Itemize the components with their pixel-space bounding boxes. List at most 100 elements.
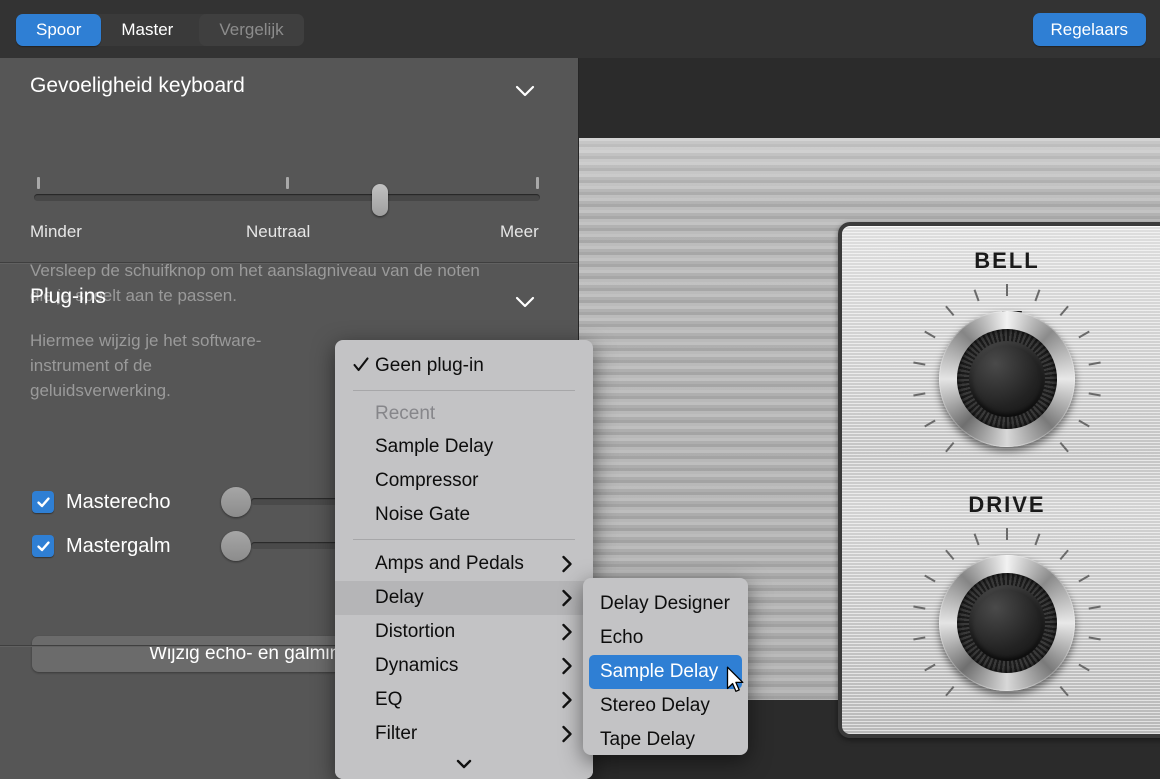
knob-tick (924, 420, 935, 428)
knob-bell[interactable] (912, 284, 1102, 474)
submenu-item-stereo-delay[interactable]: Stereo Delay (583, 689, 748, 723)
menu-separator (353, 390, 575, 391)
menu-scroll-down-indicator[interactable] (335, 749, 593, 779)
menu-item-compressor[interactable]: Compressor (335, 464, 593, 498)
section-header-plugins[interactable]: Plug-ins (0, 263, 578, 319)
submenu-item-label: Delay Designer (600, 593, 730, 615)
section-title-sensitivity: Gevoeligheid keyboard (30, 74, 245, 98)
checkbox-row-masterecho[interactable]: Masterecho (32, 488, 171, 516)
knob-tick (974, 289, 980, 301)
submenu-item-tape-delay[interactable]: Tape Delay (583, 723, 748, 755)
knob-drive-ring (957, 573, 1057, 673)
sensitivity-slider-labels: Minder Neutraal Meer (0, 222, 578, 246)
chevron-down-icon[interactable] (514, 291, 536, 313)
menu-separator (353, 539, 575, 540)
knob-drive-body (939, 555, 1075, 691)
chevron-down-icon[interactable] (514, 80, 536, 102)
menu-item-label: Dynamics (375, 655, 458, 677)
slider-tick-mid (286, 177, 289, 189)
menu-section-header-recent: Recent (335, 398, 593, 430)
menu-item-noise-gate[interactable]: Noise Gate (335, 498, 593, 532)
knob-tick (913, 636, 925, 640)
knob-tick (1060, 550, 1069, 560)
mastergalm-level-knob[interactable] (221, 531, 251, 561)
checkbox-mastergalm[interactable] (32, 535, 54, 557)
knob-drive-cap (969, 585, 1045, 661)
regelaars-button[interactable]: Regelaars (1033, 13, 1147, 46)
slider-label-max: Meer (500, 222, 539, 242)
knob-module: BELL DRIVE (838, 222, 1160, 738)
knob-tick (1034, 289, 1040, 301)
menu-item-label: Sample Delay (375, 436, 493, 458)
knob-tick (945, 686, 954, 696)
knob-tick (913, 606, 925, 610)
menu-item-label: Compressor (375, 470, 478, 492)
knob-tick (1089, 362, 1101, 366)
slider-label-mid: Neutraal (246, 222, 310, 242)
chevron-right-icon (561, 623, 573, 647)
knob-tick (1089, 636, 1101, 640)
knob-tick (945, 550, 954, 560)
submenu-item-label: Tape Delay (600, 729, 695, 751)
slider-tick-min (37, 177, 40, 189)
plugins-help-text: Hiermee wijzig je het software-instrumen… (30, 328, 270, 403)
submenu-item-sample-delay[interactable]: Sample Delay (589, 655, 742, 689)
submenu-item-label: Echo (600, 627, 643, 649)
knob-tick (1060, 442, 1069, 452)
menu-item-label: Noise Gate (375, 504, 470, 526)
menu-item-label: Distortion (375, 621, 455, 643)
checkbox-label-masterecho: Masterecho (66, 491, 171, 514)
plugin-context-menu: Geen plug-in Recent Sample Delay Compres… (335, 340, 593, 779)
knob-tick (1078, 331, 1089, 339)
knob-tick (924, 664, 935, 672)
menu-item-sample-delay-recent[interactable]: Sample Delay (335, 430, 593, 464)
knob-bell-cap (969, 341, 1045, 417)
menu-item-label: Geen plug-in (375, 355, 484, 377)
menu-item-amps-and-pedals[interactable]: Amps and Pedals (335, 547, 593, 581)
checkbox-row-mastergalm[interactable]: Mastergalm (32, 532, 170, 560)
menu-item-geen-plugin[interactable]: Geen plug-in (335, 349, 593, 383)
menu-item-label: Delay (375, 587, 424, 609)
menu-item-label: Filter (375, 723, 417, 745)
masterecho-level-knob[interactable] (221, 487, 251, 517)
knob-tick (1078, 664, 1089, 672)
tab-vergelijk[interactable]: Vergelijk (199, 14, 303, 46)
knob-tick (1078, 575, 1089, 583)
menu-item-eq[interactable]: EQ (335, 683, 593, 717)
delay-submenu: Delay Designer Echo Sample Delay Stereo … (583, 578, 748, 755)
slider-tick-max (536, 177, 539, 189)
tab-spoor[interactable]: Spoor (16, 14, 101, 46)
sensitivity-slider[interactable] (0, 168, 578, 214)
knob-label-drive: DRIVE (842, 492, 1160, 518)
section-header-sensitivity[interactable]: Gevoeligheid keyboard (0, 58, 578, 114)
submenu-item-label: Sample Delay (600, 661, 718, 683)
knob-tick (924, 575, 935, 583)
chevron-right-icon (561, 589, 573, 613)
knob-tick (924, 331, 935, 339)
knob-tick (974, 533, 980, 545)
section-title-plugins: Plug-ins (30, 285, 106, 309)
knob-bell-body (939, 311, 1075, 447)
submenu-item-label: Stereo Delay (600, 695, 710, 717)
submenu-item-echo[interactable]: Echo (583, 621, 748, 655)
slider-thumb[interactable] (372, 184, 388, 216)
tab-master[interactable]: Master (101, 14, 193, 46)
menu-item-delay[interactable]: Delay (335, 581, 593, 615)
menu-item-distortion[interactable]: Distortion (335, 615, 593, 649)
chevron-right-icon (561, 555, 573, 579)
knob-tick (1060, 306, 1069, 316)
knob-tick (945, 306, 954, 316)
checkbox-masterecho[interactable] (32, 491, 54, 513)
knob-tick (1060, 686, 1069, 696)
knob-tick (1089, 606, 1101, 610)
menu-item-filter[interactable]: Filter (335, 717, 593, 751)
knob-label-bell: BELL (842, 248, 1160, 274)
knob-tick (913, 392, 925, 396)
knob-drive[interactable] (912, 528, 1102, 718)
slider-label-min: Minder (30, 222, 82, 242)
submenu-item-delay-designer[interactable]: Delay Designer (583, 587, 748, 621)
knob-tick (1089, 392, 1101, 396)
menu-item-dynamics[interactable]: Dynamics (335, 649, 593, 683)
checkbox-label-mastergalm: Mastergalm (66, 535, 170, 558)
slider-track[interactable] (34, 194, 540, 201)
